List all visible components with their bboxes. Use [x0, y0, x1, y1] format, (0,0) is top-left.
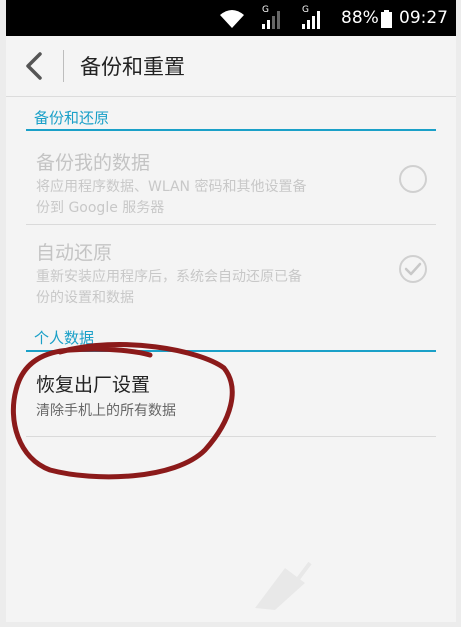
backup-checkbox[interactable]: [398, 164, 428, 194]
watermark-logo: [255, 561, 312, 610]
setting-title: 恢复出厂设置: [36, 374, 151, 396]
setting-subtitle-line2: 份到 Google 服务器: [36, 200, 165, 216]
item-divider: [26, 436, 436, 437]
back-arrow-icon[interactable]: [20, 50, 50, 82]
section-header-personal-data: 个人数据: [34, 329, 95, 347]
section-divider-personal-data: [26, 350, 436, 352]
action-bar-divider: [63, 50, 64, 82]
setting-factory-reset[interactable]: 恢复出厂设置 清除手机上的所有数据: [26, 360, 436, 430]
setting-auto-restore[interactable]: 自动还原 重新安装应用程序后，系统会自动还原已备 份的设置和数据: [26, 230, 436, 310]
wifi-icon: [220, 10, 244, 28]
setting-subtitle-line2: 份的设置和数据: [36, 290, 134, 306]
signal-icon-2: [302, 11, 320, 29]
setting-title: 自动还原: [36, 242, 113, 264]
battery-percentage: 88%: [341, 8, 379, 28]
setting-subtitle-line1: 重新安装应用程序后，系统会自动还原已备: [36, 269, 302, 285]
setting-subtitle: 清除手机上的所有数据: [36, 403, 176, 419]
battery-icon: [381, 10, 392, 28]
setting-subtitle-line1: 将应用程序数据、WLAN 密码和其他设置备: [36, 179, 307, 195]
setting-title: 备份我的数据: [36, 152, 151, 174]
status-bar: G G 88% 09:27: [6, 0, 456, 36]
action-bar: 备份和重置: [6, 36, 456, 97]
section-header-backup: 备份和还原: [34, 109, 110, 127]
clock: 09:27: [399, 8, 448, 28]
setting-backup-data[interactable]: 备份我的数据 将应用程序数据、WLAN 密码和其他设置备 份到 Google 服…: [26, 140, 436, 220]
signal-icon: [262, 11, 280, 29]
item-divider: [26, 224, 436, 225]
page-title: 备份和重置: [80, 55, 185, 79]
auto-restore-checkbox[interactable]: [398, 254, 428, 284]
section-divider-backup: [26, 129, 436, 131]
phone-screen: G G 88% 09:27 备份和重置 备份和还原 备份我的数据 将应用程序数据…: [6, 0, 456, 622]
